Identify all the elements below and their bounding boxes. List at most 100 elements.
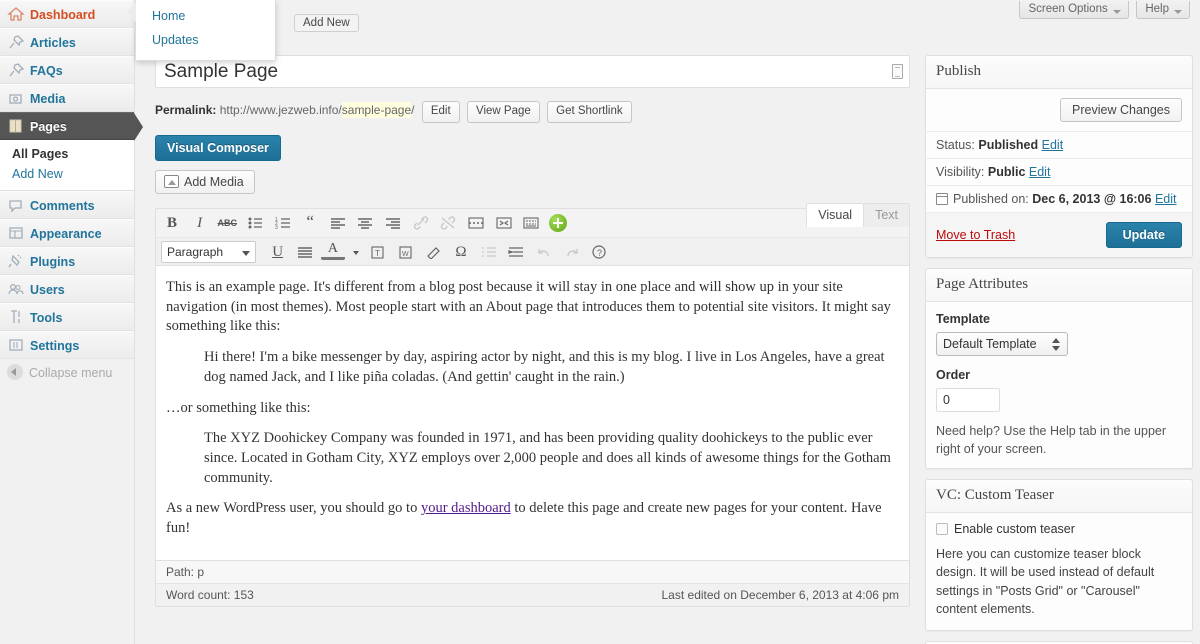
screen-options-button[interactable]: Screen Options: [1019, 1, 1129, 19]
preview-row: Preview Changes: [926, 89, 1192, 132]
indent-icon[interactable]: [504, 240, 528, 264]
sidebar-item-comments[interactable]: Comments: [0, 191, 134, 219]
move-to-trash-link[interactable]: Move to Trash: [936, 228, 1015, 242]
update-button[interactable]: Update: [1105, 222, 1182, 248]
sidebar-item-plugins[interactable]: Plugins: [0, 247, 134, 275]
template-select-value: Default Template: [943, 337, 1037, 351]
sidebar-current-arrow: [134, 113, 143, 141]
custom-teaser-title: VC: Custom Teaser: [926, 480, 1192, 514]
published-label: Published on:: [953, 192, 1029, 206]
text-color-icon[interactable]: A: [320, 240, 345, 260]
tab-visual[interactable]: Visual: [806, 203, 865, 227]
sidebar-item-appearance[interactable]: Appearance: [0, 219, 134, 247]
sidebar-subitem-all-pages[interactable]: All Pages: [0, 144, 134, 164]
content-paragraph-2: …or something like this:: [166, 399, 311, 416]
get-shortlink-button[interactable]: Get Shortlink: [547, 101, 632, 123]
view-page-button[interactable]: View Page: [467, 101, 540, 123]
align-left-icon[interactable]: [326, 211, 350, 235]
sidebar-item-media[interactable]: Media: [0, 84, 134, 112]
sidebar-item-dashboard[interactable]: Dashboard: [0, 0, 143, 29]
dashboard-link[interactable]: your dashboard: [421, 500, 511, 516]
strikethrough-icon[interactable]: ABC: [215, 211, 239, 235]
custom-teaser-box: VC: Custom Teaser Enable custom teaser H…: [925, 479, 1193, 631]
status-edit-link[interactable]: Edit: [1042, 138, 1064, 152]
visibility-edit-link[interactable]: Edit: [1029, 165, 1051, 179]
flyout-item-updates[interactable]: Updates: [136, 28, 275, 52]
sidebar-item-articles[interactable]: Articles: [0, 28, 134, 56]
custom-teaser-note: Here you can customize teaser block desi…: [936, 547, 1155, 616]
sidebar-label-articles: Articles: [30, 36, 76, 50]
kitchen-sink-icon[interactable]: [519, 211, 543, 235]
paragraph-format-select[interactable]: Paragraph: [161, 241, 256, 263]
bullet-list-icon[interactable]: [243, 211, 267, 235]
add-media-label: Add Media: [184, 175, 244, 189]
status-value: Published: [978, 138, 1039, 152]
paste-from-word-icon[interactable]: W: [394, 240, 418, 264]
collapse-menu-button[interactable]: Collapse menu: [0, 359, 134, 387]
help-button[interactable]: Help: [1136, 1, 1190, 19]
blockquote-icon[interactable]: “: [298, 211, 322, 235]
sidebar-label-appearance: Appearance: [30, 227, 102, 241]
editor-box: B I ABC 123 “ Paragraph U A T W Ω ? This…: [155, 208, 910, 607]
outdent-icon: [477, 240, 501, 264]
sidebar-label-faqs: FAQs: [30, 64, 63, 78]
pin-icon: [7, 32, 25, 49]
page-attributes-body: Template Default Template Order Need hel…: [926, 302, 1192, 468]
special-character-icon[interactable]: Ω: [449, 240, 473, 264]
toolbar-row-2: Paragraph U A T W Ω ?: [156, 237, 909, 265]
clear-formatting-icon[interactable]: [421, 240, 445, 264]
sidebar-item-faqs[interactable]: FAQs: [0, 56, 134, 84]
sidebar-subitem-add-new[interactable]: Add New: [0, 164, 134, 184]
screen-meta-buttons: Screen Options Help: [1015, 0, 1190, 19]
preview-changes-button[interactable]: Preview Changes: [1060, 98, 1182, 122]
italic-icon[interactable]: I: [188, 211, 212, 235]
text-color-dropdown-icon[interactable]: [349, 240, 363, 264]
bold-icon[interactable]: B: [160, 211, 184, 235]
svg-text:?: ?: [597, 248, 602, 258]
sidebar-submenu-pages: All Pages Add New: [0, 140, 134, 191]
align-justify-icon[interactable]: [293, 240, 317, 264]
fullscreen-icon[interactable]: [492, 211, 516, 235]
flyout-item-home[interactable]: Home: [136, 4, 275, 28]
publish-box: Publish Preview Changes Status: Publishe…: [925, 55, 1193, 258]
help-icon[interactable]: ?: [587, 240, 611, 264]
sidebar-meta-column: Publish Preview Changes Status: Publishe…: [925, 55, 1193, 644]
enable-teaser-checkbox[interactable]: [936, 523, 948, 536]
underline-icon[interactable]: U: [266, 240, 290, 264]
content-blockquote-2: The XYZ Doohickey Company was founded in…: [204, 430, 891, 486]
sidebar-item-settings[interactable]: Settings: [0, 331, 134, 359]
align-center-icon[interactable]: [353, 211, 377, 235]
sidebar-item-users[interactable]: Users: [0, 275, 134, 303]
edit-permalink-button[interactable]: Edit: [421, 101, 460, 123]
last-edited: Last edited on December 6, 2013 at 4:06 …: [661, 587, 900, 602]
sidebar-label-plugins: Plugins: [30, 255, 76, 269]
tab-text[interactable]: Text: [863, 203, 910, 227]
editor-mode-tabs: Visual Text: [806, 203, 910, 227]
paste-as-text-icon[interactable]: T: [366, 240, 390, 264]
add-element-icon[interactable]: [548, 214, 567, 232]
sidebar-label-users: Users: [30, 283, 65, 297]
read-more-icon[interactable]: [464, 211, 488, 235]
add-media-row: Add Media: [155, 161, 910, 194]
numbered-list-icon[interactable]: 123: [271, 211, 295, 235]
template-select[interactable]: Default Template: [936, 332, 1068, 356]
unlink-icon: [436, 211, 460, 235]
published-edit-link[interactable]: Edit: [1155, 192, 1177, 206]
page-topbar: Edit Page Add New Screen Options Help: [136, 0, 1200, 54]
add-new-button[interactable]: Add New: [294, 14, 359, 32]
add-media-button[interactable]: Add Media: [155, 170, 255, 194]
visual-composer-button[interactable]: Visual Composer: [155, 135, 281, 161]
publish-actions-row: Move to Trash Update: [926, 213, 1192, 257]
editor-content-area[interactable]: This is an example page. It's different …: [156, 266, 909, 560]
editor-path-bar: Path: p: [156, 559, 909, 583]
sidebar-item-pages[interactable]: Pages: [0, 112, 143, 141]
sidebar-item-tools[interactable]: Tools: [0, 303, 134, 331]
page-attributes-title: Page Attributes: [926, 269, 1192, 302]
sidebar-label-tools: Tools: [30, 311, 63, 325]
redo-icon: [560, 240, 584, 264]
visibility-value: Public: [987, 165, 1026, 179]
align-right-icon[interactable]: [381, 211, 405, 235]
status-label: Status:: [936, 138, 975, 152]
users-icon: [7, 279, 25, 295]
order-input[interactable]: [936, 388, 1000, 412]
